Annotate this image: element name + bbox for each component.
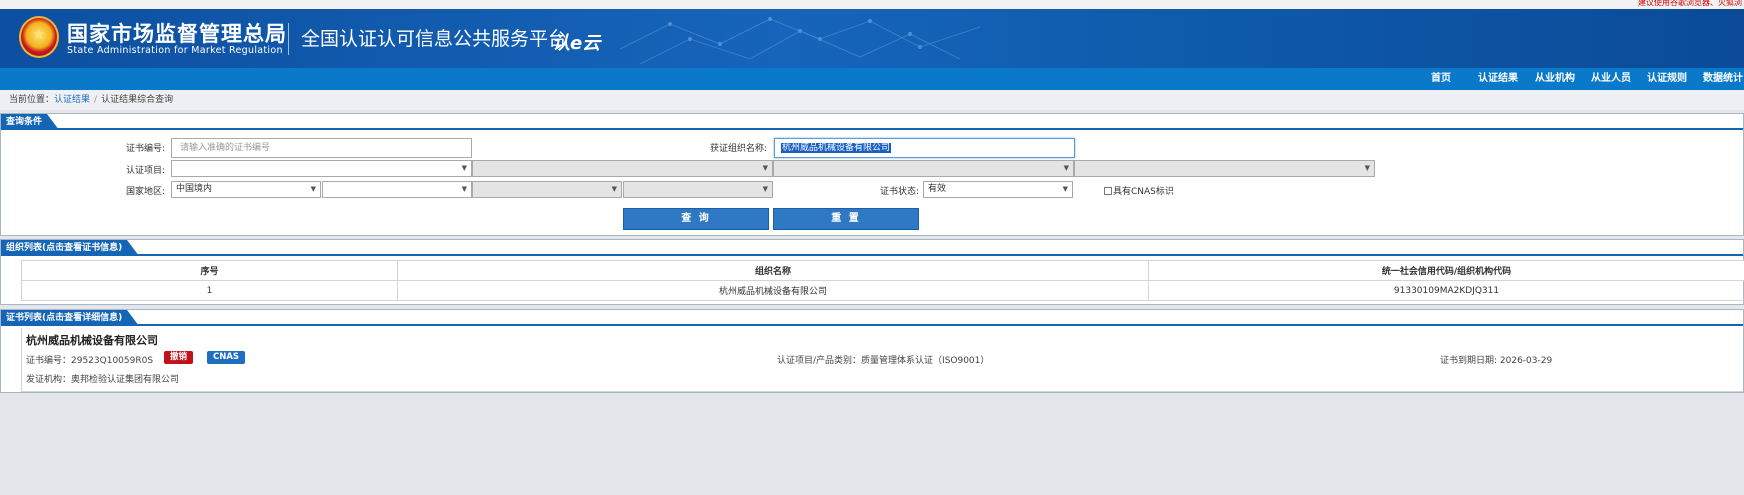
revoked-badge: 撤销 [164,351,194,364]
status-value: 有效 [928,184,947,194]
cnas-label: 具有CNAS标识 [1113,187,1174,197]
top-strip: 建议使用谷歌浏览器、火狐浏 [0,0,1744,9]
region-select-city[interactable]: ▼ [472,181,622,198]
chevron-down-icon: ▼ [310,185,316,193]
nav-personnel[interactable]: 从业人员 [1591,68,1631,90]
cert-no-input[interactable]: 请输入准确的证书编号 [171,138,472,158]
main-nav: 首页 认证结果 从业机构 从业人员 认证规则 数据统计 [0,68,1744,90]
row-credit-code: 91330109MA2KDJQ311 [1148,280,1744,301]
breadcrumb-current: 认证结果综合查询 [101,95,174,105]
project-select-3[interactable]: ▼ [773,160,1074,177]
breadcrumb-link[interactable]: 认证结果 [54,95,90,105]
status-label: 证书状态: [879,187,919,197]
query-panel-title: 查询条件 [1,114,1743,130]
chevron-down-icon: ▼ [461,185,467,193]
chevron-down-icon: ▼ [611,185,617,193]
query-title: 查询条件 [1,114,60,130]
platform-title: 全国认证认可信息公共服务平台 [301,28,568,50]
reset-button[interactable]: 重 置 [773,208,919,230]
cert-expiry: 证书到期日期: 2026-03-29 [1440,356,1553,366]
nav-rules[interactable]: 认证规则 [1647,68,1687,90]
row-index: 1 [21,280,398,301]
project-label: 认证项目: [125,166,165,176]
org-table: 序号 组织名称 统一社会信用代码/组织机构代码 1 杭州威品机械设备有限公司 9… [21,260,1744,301]
org-name-value: 杭州威品机械设备有限公司 [781,143,892,153]
national-emblem-icon [19,16,59,58]
project-select-1[interactable]: ▼ [171,160,472,177]
org-name-label: 获证组织名称: [709,144,767,154]
query-panel: 查询条件 证书编号: 请输入准确的证书编号 获证组织名称: 杭州威品机械设备有限… [0,113,1744,236]
search-button[interactable]: 查 询 [623,208,769,230]
status-select[interactable]: 有效 ▼ [923,181,1073,198]
breadcrumb-separator: / [94,95,98,105]
cert-project: 认证项目/产品类别：质量管理体系认证（ISO9001） [777,356,990,366]
cnas-checkbox[interactable]: 具有CNAS标识 [1104,184,1174,197]
row-org-name[interactable]: 杭州威品机械设备有限公司 [397,280,1149,301]
header-divider [288,23,289,55]
col-credit-code: 统一社会信用代码/组织机构代码 [1148,260,1744,281]
cnas-badge: CNAS [207,351,246,364]
nav-home[interactable]: 首页 [1431,68,1451,90]
cert-list-title: 证书列表(点击查看详细信息) [1,310,140,326]
header-banner: 国家市场监督管理总局 State Administration for Mark… [0,9,1744,68]
cert-card[interactable]: 杭州威品机械设备有限公司 证书编号：29523Q10059R0S 撤销 CNAS… [21,328,1743,392]
table-row[interactable]: 1 杭州威品机械设备有限公司 91330109MA2KDJQ311 [21,280,1744,301]
browser-notice: 建议使用谷歌浏览器、火狐浏 [1638,0,1742,7]
nav-institutions[interactable]: 从业机构 [1535,68,1575,90]
nav-cert-results[interactable]: 认证结果 [1478,68,1518,90]
chevron-down-icon: ▼ [1364,164,1370,172]
region-select-district[interactable]: ▼ [623,181,773,198]
network-decoration-icon [619,17,981,65]
breadcrumb-prefix: 当前位置： [9,95,55,105]
region-select-province[interactable]: ▼ [322,181,472,198]
org-name-cn: 国家市场监督管理总局 [67,22,287,46]
chevron-down-icon: ▼ [1062,185,1068,193]
breadcrumb: 当前位置：认证结果 / 认证结果综合查询 [0,90,1744,110]
chevron-down-icon: ▼ [1063,164,1069,172]
platform-logo: 认e云 [552,33,601,54]
org-table-header: 序号 组织名称 统一社会信用代码/组织机构代码 [21,260,1744,281]
cert-org-name[interactable]: 杭州威品机械设备有限公司 [26,332,158,348]
cert-issuer: 发证机构：奥邦检验认证集团有限公司 [26,375,180,385]
region-value: 中国境内 [176,184,213,194]
project-select-2[interactable]: ▼ [472,160,773,177]
chevron-down-icon: ▼ [762,164,768,172]
region-select-country[interactable]: 中国境内 ▼ [171,181,321,198]
cert-list-title-bar: 证书列表(点击查看详细信息) [1,310,1743,326]
region-label: 国家地区: [125,187,165,197]
org-list-title-bar: 组织列表(点击查看证书信息) [1,240,1743,256]
cert-list-panel: 证书列表(点击查看详细信息) 杭州威品机械设备有限公司 证书编号：29523Q1… [0,309,1744,393]
chevron-down-icon: ▼ [762,185,768,193]
col-org-name: 组织名称 [397,260,1149,281]
org-list-panel: 组织列表(点击查看证书信息) 序号 组织名称 统一社会信用代码/组织机构代码 1… [0,239,1744,305]
org-name-input[interactable]: 杭州威品机械设备有限公司 [774,138,1075,158]
project-select-4[interactable]: ▼ [1074,160,1375,177]
chevron-down-icon: ▼ [461,164,467,172]
checkbox-icon[interactable] [1104,187,1112,195]
col-index: 序号 [21,260,398,281]
nav-statistics[interactable]: 数据统计 [1703,68,1743,90]
org-list-title: 组织列表(点击查看证书信息) [1,240,140,256]
org-name-en: State Administration for Market Regulati… [67,45,283,56]
cert-number: 证书编号：29523Q10059R0S [26,356,154,366]
cert-no-label: 证书编号: [125,144,165,154]
